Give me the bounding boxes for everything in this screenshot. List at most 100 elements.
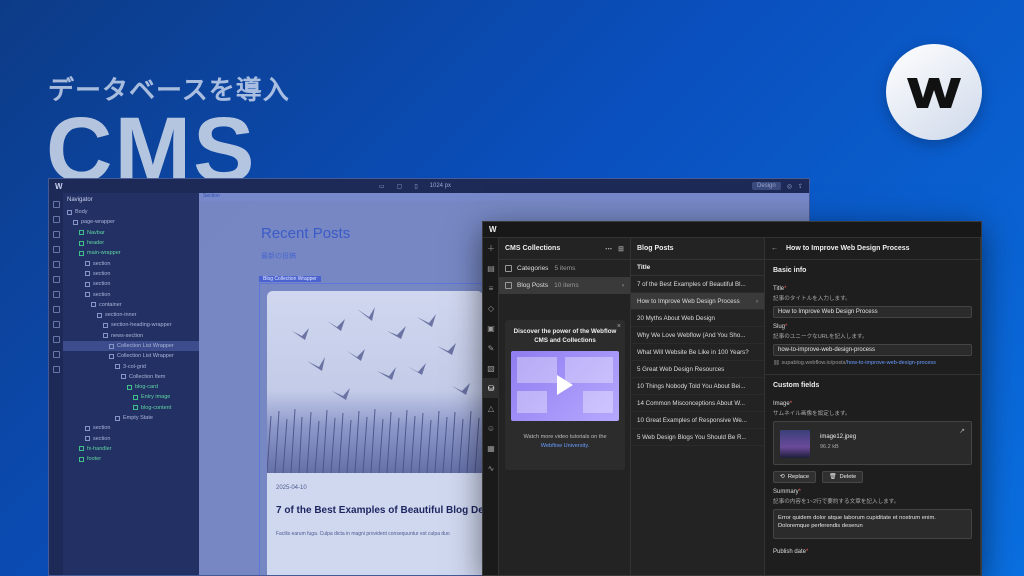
post-row[interactable]: 7 of the Best Examples of Beautiful Bl..… — [631, 276, 764, 293]
variables-icon[interactable] — [52, 261, 60, 268]
navigator-node[interactable]: section — [63, 269, 199, 279]
replace-button[interactable]: ⟲ Replace — [773, 471, 817, 483]
image-field[interactable]: image12.jpeg 96.2 kB ↗ — [773, 421, 972, 465]
element-icon — [85, 425, 90, 431]
navigator-node[interactable]: section-heading-wrapper — [63, 320, 199, 330]
collection-categories[interactable]: Categories 5 items — [499, 260, 630, 277]
logic-icon[interactable] — [52, 366, 60, 373]
delete-button[interactable]: 🗑 Delete — [822, 471, 864, 483]
add-collection-icon[interactable]: ⊞ — [618, 245, 624, 253]
navigator-node[interactable]: Empty State — [63, 413, 199, 423]
desktop-icon[interactable]: ▭ — [379, 183, 385, 190]
post-row[interactable]: How to Improve Web Design Process › — [631, 293, 764, 310]
navigator-node[interactable]: section — [63, 434, 199, 444]
post-row[interactable]: 10 Great Examples of Responsive We... — [631, 412, 764, 429]
preview-icon[interactable]: ◎ — [787, 183, 792, 190]
pages-icon[interactable]: ▤ — [483, 258, 499, 278]
components-icon[interactable] — [52, 246, 60, 253]
summary-textarea[interactable]: Error quidem dolor atque laborum cupidit… — [773, 509, 972, 539]
slug-input[interactable]: how-to-improve-web-design-process — [773, 344, 972, 356]
tablet-icon[interactable]: ▢ — [397, 183, 403, 190]
navigator-node[interactable]: section — [63, 258, 199, 268]
cms-icon[interactable] — [52, 306, 60, 313]
navigator-node[interactable]: header — [63, 238, 199, 248]
title-input[interactable]: How to Improve Web Design Process — [773, 306, 972, 318]
cms-logo[interactable]: W — [489, 225, 497, 234]
navigator-node[interactable]: blog-card — [63, 382, 199, 392]
back-arrow-icon[interactable]: ← — [771, 245, 778, 252]
slug-url[interactable]: ⛓ supablog.webflow.io/posts/how-to-impro… — [773, 360, 972, 366]
item-editor-panel: ← How to Improve Web Design Process Basi… — [765, 238, 981, 575]
styles-icon[interactable] — [52, 276, 60, 283]
users-icon[interactable]: ☺ — [483, 418, 499, 438]
post-row[interactable]: Why We Love Webflow (And You Sho... — [631, 327, 764, 344]
post-row[interactable]: 14 Common Misconceptions About W... — [631, 395, 764, 412]
image-thumbnail — [780, 430, 810, 458]
assets-icon[interactable] — [52, 291, 60, 298]
pages-icon[interactable] — [52, 216, 60, 223]
collections-panel: CMS Collections ⋯ ⊞ Categories 5 items B… — [499, 238, 631, 575]
navigator-node[interactable]: Collection Item — [63, 372, 199, 382]
styles-icon[interactable]: ✎ — [483, 338, 499, 358]
navigator-node[interactable]: Collection List Wrapper — [63, 351, 199, 361]
post-row[interactable]: 10 Things Nobody Told You About Bei... — [631, 378, 764, 395]
designer-logo[interactable]: W — [55, 182, 63, 191]
components-icon[interactable]: ◇ — [483, 298, 499, 318]
collection-icon — [505, 282, 512, 289]
navigator-node[interactable]: Body — [63, 207, 199, 217]
collection-count: 5 items — [554, 265, 576, 272]
navigator-node[interactable]: 3-col-grid — [63, 361, 199, 371]
navigator-icon[interactable]: ≡ — [483, 278, 499, 298]
post-title: 20 Myths About Web Design — [637, 314, 715, 322]
navigator-node[interactable]: Navbar — [63, 228, 199, 238]
navigator-node[interactable]: news-section — [63, 331, 199, 341]
mobile-icon[interactable]: ▯ — [414, 183, 417, 190]
webflow-university-link[interactable]: Webflow University. — [541, 443, 590, 449]
cms-left-rail: ＋ ▤ ≡ ◇ ▣ ✎ ▧ ⛁ △ ☺ ▦ ∿ — [483, 238, 499, 575]
navigator-node[interactable]: fx-handler — [63, 444, 199, 454]
navigator-node[interactable]: footer — [63, 454, 199, 464]
post-row[interactable]: 20 Myths About Web Design — [631, 310, 764, 327]
navigator-node[interactable]: section — [63, 279, 199, 289]
users-icon[interactable] — [52, 336, 60, 343]
replace-icon: ⟲ — [780, 474, 785, 480]
navigator-node[interactable]: section-inner — [63, 310, 199, 320]
image-help: サムネイル画像を設定します。 — [773, 411, 851, 417]
assets-icon[interactable]: ▧ — [483, 358, 499, 378]
slug-help: 記事のユニークなURLを記入します。 — [773, 334, 868, 340]
play-icon[interactable] — [557, 375, 573, 396]
post-row[interactable]: 5 Great Web Design Resources — [631, 361, 764, 378]
navigator-node-label: page-wrapper — [81, 219, 115, 226]
blog-card[interactable]: 2025-04-10 7 of the Best Examples of Bea… — [267, 291, 483, 575]
navigator-node[interactable]: Entry image — [63, 392, 199, 402]
add-icon[interactable] — [52, 201, 60, 208]
share-icon[interactable]: ⇪ — [798, 183, 803, 190]
add-icon[interactable]: ＋ — [483, 238, 499, 258]
logic-icon[interactable]: ∿ — [483, 458, 499, 478]
element-icon — [79, 230, 84, 236]
ecommerce-icon[interactable] — [52, 321, 60, 328]
navigator-icon[interactable] — [52, 231, 60, 238]
post-row[interactable]: 5 Web Design Blogs You Should Be R... — [631, 429, 764, 446]
apps-icon[interactable]: ▦ — [483, 438, 499, 458]
navigator-node[interactable]: main-wrapper — [63, 248, 199, 258]
promo-video[interactable] — [511, 351, 619, 422]
post-row[interactable]: What Will Website Be Like in 100 Years? — [631, 344, 764, 361]
navigator-node[interactable]: section — [63, 289, 199, 299]
custom-fields-label: Custom fields — [773, 381, 820, 389]
element-icon — [103, 333, 108, 339]
more-icon[interactable]: ⋯ — [605, 245, 612, 253]
ecommerce-icon[interactable]: △ — [483, 398, 499, 418]
navigator-node[interactable]: blog-content — [63, 403, 199, 413]
navigator-node[interactable]: section — [63, 423, 199, 433]
collection-blog-posts[interactable]: Blog Posts 10 items › — [499, 277, 630, 294]
navigator-node[interactable]: container — [63, 300, 199, 310]
close-icon[interactable]: × — [617, 323, 621, 330]
navigator-node[interactable]: page-wrapper — [63, 217, 199, 227]
variables-icon[interactable]: ▣ — [483, 318, 499, 338]
navigator-node[interactable]: Collection List Wrapper — [63, 340, 199, 352]
design-mode-button[interactable]: Design — [752, 182, 781, 190]
cms-database-icon[interactable]: ⛁ — [483, 378, 499, 398]
external-link-icon[interactable]: ↗ — [959, 427, 965, 435]
apps-icon[interactable] — [52, 351, 60, 358]
